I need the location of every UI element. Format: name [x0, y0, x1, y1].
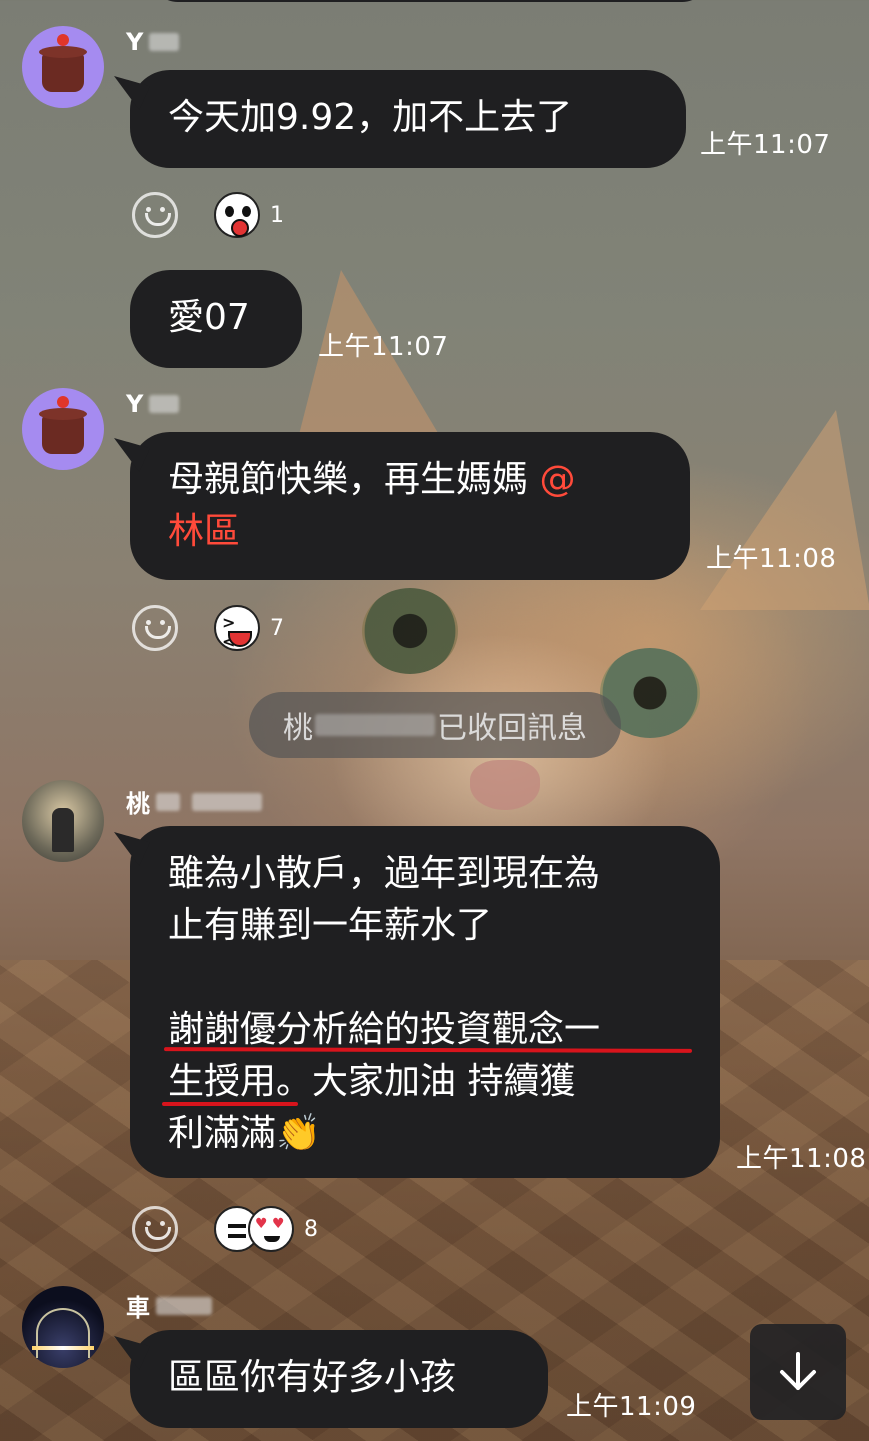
- sender-name-text: 車: [126, 1294, 150, 1322]
- message-bubble[interactable]: 母親節快樂，再生媽媽 @ 林區: [130, 432, 690, 580]
- add-reaction-smile-icon[interactable]: [132, 605, 178, 651]
- add-reaction-smile-icon[interactable]: [132, 192, 178, 238]
- sender-name-text: Y: [126, 28, 144, 56]
- sender-name: 桃: [126, 784, 262, 819]
- red-underline-annotation: [162, 1102, 298, 1106]
- reaction-row: 1: [132, 192, 284, 238]
- mention-text[interactable]: 林區: [168, 511, 240, 552]
- message-text: 今天加9.92，加不上去了: [168, 97, 573, 138]
- background-cat-eye-left: [362, 588, 458, 674]
- redacted-name: [315, 714, 435, 736]
- sender-name: Y: [126, 28, 180, 56]
- avatar[interactable]: [22, 26, 104, 108]
- message-text: 生授用: [168, 1061, 277, 1102]
- message-time: 上午11:08: [736, 1144, 867, 1174]
- avatar[interactable]: [22, 1286, 104, 1368]
- reaction-count: 8: [304, 1216, 318, 1242]
- unsent-message-notice: 桃 已收回訊息: [249, 692, 621, 758]
- bridge-photo-icon: [36, 1308, 90, 1358]
- clapping-hands-icon: 👏: [276, 1113, 321, 1154]
- reaction-count: 1: [270, 202, 284, 228]
- background-cat-nose: [470, 760, 540, 810]
- message-text: 母親節快樂，再生媽媽: [168, 459, 540, 500]
- laughing-face-icon[interactable]: [214, 605, 260, 651]
- avatar[interactable]: [22, 388, 104, 470]
- reaction-row: 7: [132, 605, 284, 651]
- message-bubble[interactable]: 雖為小散戶，過年到現在為 止有賺到一年薪水了 謝謝優分析給的投資觀念一 生授用。…: [130, 826, 720, 1178]
- message-bubble[interactable]: 區區你有好多小孩: [130, 1330, 548, 1428]
- message-time: 上午11:09: [566, 1392, 697, 1422]
- message-bubble[interactable]: 今天加9.92，加不上去了: [130, 70, 686, 168]
- message-bubble[interactable]: 愛07: [130, 270, 302, 368]
- background-cat-ear-right: [700, 410, 869, 610]
- arrow-down-icon: [780, 1352, 816, 1390]
- reaction-count: 7: [270, 615, 284, 641]
- message-text: 區區你有好多小孩: [168, 1357, 457, 1398]
- message-time: 上午11:08: [706, 544, 837, 574]
- sender-name-text: 桃: [126, 790, 150, 818]
- message-text: 謝謝優分析給的投資觀念一: [168, 1009, 601, 1050]
- message-time: 上午11:07: [318, 332, 449, 362]
- mention-text[interactable]: @: [539, 459, 575, 500]
- reaction-row: 8: [132, 1206, 318, 1252]
- redacted-name: [149, 395, 180, 413]
- redacted-name: [192, 792, 262, 811]
- cake-icon: [39, 396, 87, 454]
- system-name-text: 桃: [283, 711, 313, 746]
- redacted-name: [156, 1296, 212, 1315]
- message-text: 愛07: [168, 297, 250, 338]
- city-lights-icon: [32, 1346, 94, 1350]
- redacted-name: [149, 33, 180, 51]
- cake-icon: [39, 34, 87, 92]
- heart-eyes-face-icon[interactable]: [248, 1206, 294, 1252]
- message-text: 雖為小散戶，過年到現在為: [168, 853, 601, 894]
- sender-name: Y: [126, 390, 180, 418]
- message-text: 。大家加油 持續獲: [276, 1061, 576, 1102]
- surprised-face-icon[interactable]: [214, 192, 260, 238]
- scroll-to-bottom-button[interactable]: [750, 1324, 846, 1420]
- sender-name-text: Y: [126, 390, 144, 418]
- sender-name: 車: [126, 1288, 212, 1323]
- system-text: 已收回訊息: [437, 711, 587, 746]
- previous-message-bubble[interactable]: [150, 0, 710, 2]
- add-reaction-smile-icon[interactable]: [132, 1206, 178, 1252]
- message-text: 利滿滿: [168, 1113, 277, 1154]
- person-photo-icon: [52, 808, 74, 852]
- avatar[interactable]: [22, 780, 104, 862]
- redacted-name: [156, 792, 180, 811]
- message-text: 止有賺到一年薪水了: [168, 905, 493, 946]
- message-time: 上午11:07: [700, 130, 831, 160]
